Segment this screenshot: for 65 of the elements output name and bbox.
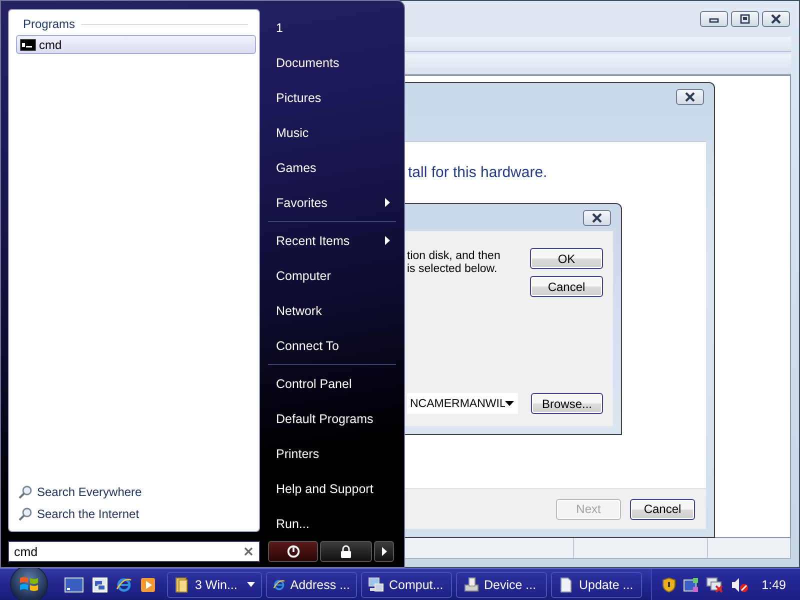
window-icon[interactable] xyxy=(682,576,699,592)
power-icon xyxy=(286,545,300,558)
taskbar-button[interactable]: 3 Win... xyxy=(167,572,262,598)
media-player-icon[interactable] xyxy=(140,576,156,592)
instruction-text: tion disk, and then is selected below. xyxy=(407,249,502,277)
clock[interactable]: 1:49 xyxy=(762,578,786,592)
result-item[interactable]: cmd xyxy=(16,35,256,54)
dialog-button[interactable]: Cancel xyxy=(530,276,603,297)
muted-speaker-icon[interactable] xyxy=(730,576,749,592)
computer-icon xyxy=(368,576,384,592)
taskbar-button[interactable]: Update ... xyxy=(551,572,642,598)
document-icon xyxy=(558,576,574,592)
shield-icon[interactable] xyxy=(662,576,676,592)
lock-icon xyxy=(340,545,352,558)
lock-button[interactable] xyxy=(320,541,372,562)
taskbar-button[interactable]: Device ... xyxy=(456,572,547,598)
taskbar-button[interactable]: Address ... xyxy=(266,572,357,598)
menu-item[interactable]: Printers xyxy=(268,436,396,471)
clear-icon[interactable] xyxy=(244,547,253,556)
dialog-button[interactable]: OK xyxy=(530,248,603,269)
search-link[interactable]: Search the Internet xyxy=(16,503,256,525)
magnifier-icon xyxy=(18,485,32,499)
menu-item[interactable]: Computer xyxy=(268,258,396,293)
menu-item[interactable]: Help and Support xyxy=(268,471,396,506)
close-icon xyxy=(770,14,782,24)
network-error-icon[interactable] xyxy=(706,576,724,592)
windows-switch-icon[interactable] xyxy=(92,576,108,592)
menu-item[interactable]: Connect To xyxy=(268,328,396,363)
wizard-button[interactable]: Cancel xyxy=(630,498,695,520)
maximize-icon xyxy=(739,14,751,24)
menu-item[interactable]: 1 xyxy=(268,10,396,45)
menu-item[interactable]: Music xyxy=(268,115,396,150)
menu-item[interactable]: Control Panel xyxy=(268,366,396,401)
menu-item[interactable]: Documents xyxy=(268,45,396,80)
close-icon xyxy=(591,212,603,222)
close-button[interactable] xyxy=(762,11,790,27)
arrow-icon xyxy=(382,547,386,556)
taskbar-button[interactable]: Comput... xyxy=(361,572,452,598)
options-button[interactable] xyxy=(374,541,394,562)
menu-item[interactable]: Favorites xyxy=(268,185,396,220)
power-button[interactable] xyxy=(268,541,318,562)
search-field[interactable]: cmd xyxy=(8,541,260,562)
menu-item[interactable]: Pictures xyxy=(268,80,396,115)
magnifier-icon xyxy=(18,507,32,521)
search-link[interactable]: Search Everywhere xyxy=(16,481,256,503)
menu-item[interactable]: Run... xyxy=(268,506,396,541)
device-icon xyxy=(463,576,479,592)
minimize-button[interactable] xyxy=(700,11,728,27)
close-button[interactable] xyxy=(676,89,704,105)
menu-item[interactable]: Games xyxy=(268,150,396,185)
caret-icon xyxy=(505,401,514,406)
menu-item[interactable]: Recent Items xyxy=(268,223,396,258)
menu-item[interactable]: Network xyxy=(268,293,396,328)
close-button[interactable] xyxy=(583,210,611,226)
windows-logo-icon xyxy=(19,575,39,593)
maximize-button[interactable] xyxy=(731,11,759,27)
wizard-heading: tall for this hardware. xyxy=(408,164,548,181)
browse-button[interactable]: Browse... xyxy=(531,393,603,414)
console-icon xyxy=(20,38,36,50)
desktop-icon[interactable] xyxy=(64,576,84,592)
menu-item[interactable]: Default Programs xyxy=(268,401,396,436)
section-header: Programs xyxy=(23,17,76,31)
browser-icon[interactable] xyxy=(116,576,132,592)
folder-icon xyxy=(174,576,190,592)
close-icon xyxy=(684,92,696,102)
